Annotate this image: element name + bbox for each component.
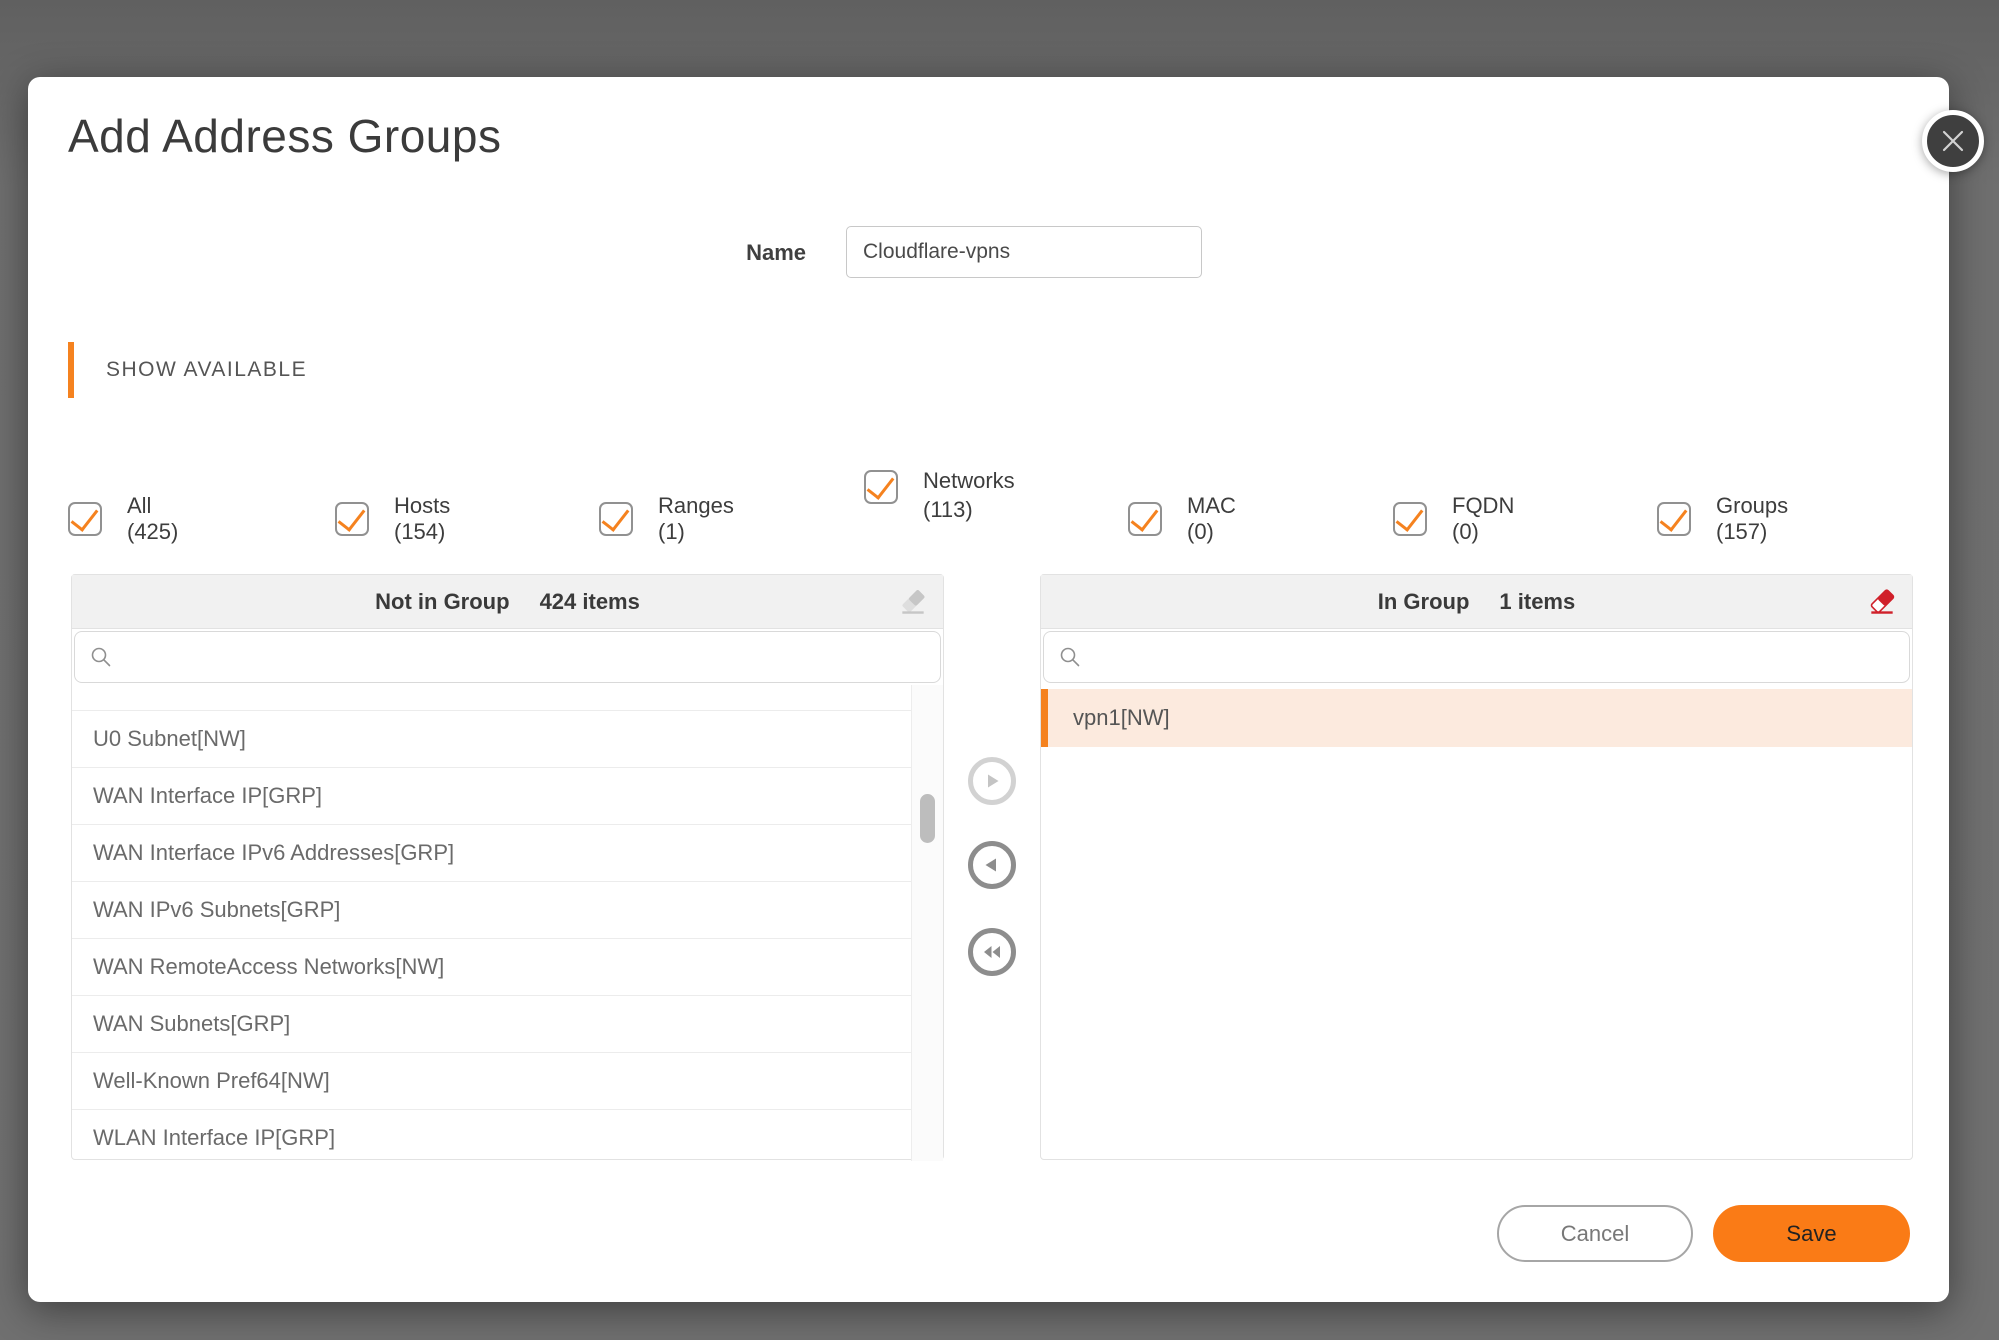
filter-label: FQDN (0) <box>1452 493 1514 545</box>
in-group-header: In Group 1 items <box>1041 575 1912 629</box>
list-item[interactable]: WAN Interface IP[GRP] <box>72 768 943 825</box>
not-in-group-header: Not in Group 424 items <box>72 575 943 629</box>
close-button[interactable] <box>1922 110 1984 172</box>
list-item[interactable]: WAN IPv6 Subnets[GRP] <box>72 882 943 939</box>
close-icon <box>1940 128 1966 154</box>
list-item[interactable]: WAN Subnets[GRP] <box>72 996 943 1053</box>
left-search-box <box>74 631 941 683</box>
filter-item: Networks (113) <box>864 470 1015 524</box>
filter-label: Networks (113) <box>923 466 1015 524</box>
filter-item: MAC (0) <box>1128 493 1236 545</box>
name-label: Name <box>666 240 806 266</box>
move-right-button[interactable] <box>968 757 1016 805</box>
filter-label: Ranges (1) <box>658 493 734 545</box>
list-item[interactable]: vpn1[NW] <box>1041 689 1912 747</box>
right-search-input[interactable] <box>1092 632 1909 682</box>
filter-label: Hosts (154) <box>394 493 450 545</box>
search-icon <box>89 645 113 669</box>
right-search-box <box>1043 631 1910 683</box>
clear-left-selection-button[interactable] <box>897 586 929 618</box>
eraser-icon <box>897 586 929 618</box>
in-group-panel: In Group 1 items vpn1[NW] <box>1040 574 1913 1160</box>
filter-checkbox[interactable] <box>335 502 369 536</box>
list-item[interactable]: U0 Subnet[NW] <box>72 711 943 768</box>
section-title: SHOW AVAILABLE <box>106 342 307 398</box>
page-title: Add Address Groups <box>68 104 501 168</box>
left-list-scrollbar <box>911 685 943 1161</box>
in-group-count: 1 items <box>1499 589 1575 615</box>
move-all-left-button[interactable] <box>968 928 1016 976</box>
filter-label: All (425) <box>127 493 178 545</box>
save-button[interactable]: Save <box>1713 1205 1910 1262</box>
list-item[interactable]: WAN RemoteAccess Networks[NW] <box>72 939 943 996</box>
list-item[interactable]: WAN Interface IPv6 Addresses[GRP] <box>72 825 943 882</box>
in-group-title: In Group <box>1378 589 1470 615</box>
not-in-group-count: 424 items <box>540 589 640 615</box>
arrow-left-icon <box>982 855 1002 875</box>
arrow-right-icon <box>982 771 1002 791</box>
filter-item: Ranges (1) <box>599 493 734 545</box>
filter-item: FQDN (0) <box>1393 493 1514 545</box>
not-in-group-list: U0 Subnet[NW] WAN Interface IP[GRP] WAN … <box>72 685 943 1161</box>
scrollbar-thumb[interactable] <box>920 794 935 843</box>
list-item[interactable]: WLAN Interface IP[GRP] <box>72 1110 943 1161</box>
clear-right-selection-button[interactable] <box>1866 586 1898 618</box>
cancel-button[interactable]: Cancel <box>1497 1205 1693 1262</box>
filter-checkbox[interactable] <box>68 502 102 536</box>
double-arrow-left-icon <box>980 942 1004 962</box>
left-search-input[interactable] <box>123 632 940 682</box>
move-left-button[interactable] <box>968 841 1016 889</box>
filter-label: Groups (157) <box>1716 493 1788 545</box>
filter-checkbox[interactable] <box>864 470 898 504</box>
in-group-list: vpn1[NW] <box>1041 685 1912 1161</box>
filter-checkbox[interactable] <box>1657 502 1691 536</box>
show-available-section: SHOW AVAILABLE <box>68 342 307 398</box>
section-accent-bar <box>68 342 74 398</box>
filter-checkbox[interactable] <box>1393 502 1427 536</box>
name-input[interactable] <box>846 226 1202 278</box>
filter-item: All (425) <box>68 493 178 545</box>
search-icon <box>1058 645 1082 669</box>
filter-item: Groups (157) <box>1657 493 1788 545</box>
filter-item: Hosts (154) <box>335 493 450 545</box>
eraser-red-icon <box>1866 586 1898 618</box>
not-in-group-title: Not in Group <box>375 589 509 615</box>
filter-checkbox[interactable] <box>599 502 633 536</box>
list-item[interactable]: Well-Known Pref64[NW] <box>72 1053 943 1110</box>
filter-checkbox[interactable] <box>1128 502 1162 536</box>
not-in-group-panel: Not in Group 424 items U0 Subnet[NW] <box>71 574 944 1160</box>
filter-label: MAC (0) <box>1187 493 1236 545</box>
scrolled-row-remnant <box>72 685 943 711</box>
